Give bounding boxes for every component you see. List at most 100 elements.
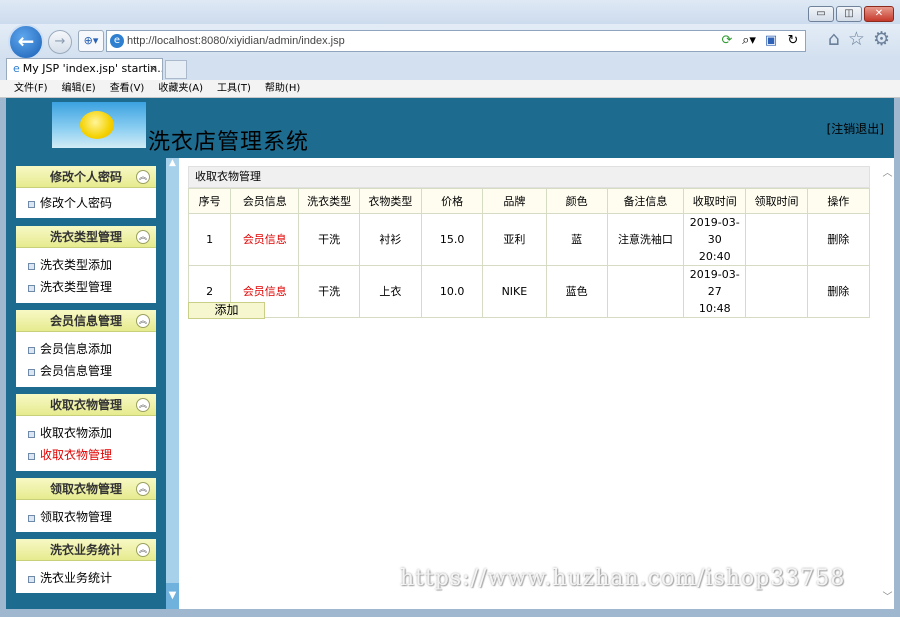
scroll-down-icon[interactable]: ▼: [166, 583, 179, 609]
col-header: 领取时间: [745, 188, 808, 214]
cell-cloth-type: 上衣: [358, 265, 422, 318]
url-input[interactable]: [127, 33, 687, 49]
forward-button[interactable]: →: [48, 30, 72, 54]
sidebar-group-header[interactable]: 收取衣物管理 ︽: [16, 394, 156, 416]
sidebar-item-business-stats[interactable]: 洗衣业务统计: [16, 567, 156, 589]
collapse-icon[interactable]: ︽: [136, 170, 150, 184]
sidebar-item-receive-manage[interactable]: 收取衣物管理: [16, 444, 156, 466]
add-button[interactable]: 添加: [188, 302, 265, 319]
collapse-icon[interactable]: ︽: [136, 543, 150, 557]
sidebar-item-member-manage[interactable]: 会员信息管理: [16, 360, 156, 382]
scroll-up-icon[interactable]: ︿: [881, 164, 894, 179]
close-window-button[interactable]: ✕: [864, 6, 894, 22]
refresh-icon[interactable]: ↻: [785, 33, 801, 49]
minimize-button[interactable]: ▭: [808, 6, 834, 22]
sidebar-group-title: 会员信息管理: [49, 314, 122, 328]
new-tab-button[interactable]: [165, 60, 187, 79]
cell-wash-type: 干洗: [298, 265, 360, 318]
collapse-icon[interactable]: ︽: [136, 230, 150, 244]
scroll-down-icon[interactable]: ﹀: [881, 588, 894, 603]
menu-edit[interactable]: 编辑(E): [62, 80, 96, 97]
sidebar-group-member: 会员信息管理 ︽ 会员信息添加 会员信息管理: [16, 310, 156, 387]
col-header: 收取时间: [683, 188, 747, 214]
sidebar-item-receive-add[interactable]: 收取衣物添加: [16, 422, 156, 444]
sidebar-item-change-password[interactable]: 修改个人密码: [16, 192, 156, 214]
cell-remark: [606, 265, 685, 318]
tab-title: My JSP 'index.jsp' startin...: [22, 62, 163, 75]
sidebar-item-member-add[interactable]: 会员信息添加: [16, 338, 156, 360]
sidebar-group-header[interactable]: 洗衣业务统计 ︽: [16, 539, 156, 561]
menu-favorites[interactable]: 收藏夹(A): [158, 80, 203, 97]
ie-page-icon: e: [110, 34, 124, 48]
cell-receive-time: 2019-03-30 20:40: [683, 213, 747, 266]
rss-icon[interactable]: ▣: [763, 33, 779, 49]
laundry-table: 序号 会员信息 洗衣类型 衣物类型 价格 品牌 颜色 备注信息 收取时间 领取时…: [187, 188, 871, 318]
app-header: 洗衣店管理系统 [注销退出]: [6, 98, 894, 158]
sidebar-group-header[interactable]: 修改个人密码 ︽: [16, 166, 156, 188]
sidebar-group-title: 洗衣类型管理: [49, 230, 122, 244]
home-icon[interactable]: ⌂: [828, 28, 840, 50]
cell-pickup-time: [745, 213, 808, 266]
receive-date: 2019-03-27: [689, 268, 740, 298]
sidebar-group-header[interactable]: 洗衣类型管理 ︽: [16, 226, 156, 248]
tab-close-icon[interactable]: ×: [149, 59, 158, 79]
delete-link[interactable]: 删除: [806, 213, 871, 266]
sidebar-group-title: 洗衣业务统计: [49, 543, 122, 557]
browser-tabbar: e My JSP 'index.jsp' startin... ×: [0, 58, 900, 80]
sidebar-group-header[interactable]: 领取衣物管理 ︽: [16, 478, 156, 500]
menu-help[interactable]: 帮助(H): [265, 80, 300, 97]
window-controls: ▭ ◫ ✕: [808, 6, 894, 22]
cell-remark: 注意洗袖口: [606, 213, 685, 266]
browser-tab[interactable]: e My JSP 'index.jsp' startin... ×: [6, 58, 163, 80]
delete-link[interactable]: 删除: [806, 265, 871, 318]
sidebar-group-password: 修改个人密码 ︽ 修改个人密码: [16, 166, 156, 218]
menu-tools[interactable]: 工具(T): [217, 80, 251, 97]
app-title: 洗衣店管理系统: [148, 130, 310, 155]
logo-sun-image: [52, 102, 146, 148]
logout-link[interactable]: [注销退出]: [827, 120, 884, 137]
compat-view-icon[interactable]: ⟳: [719, 33, 735, 49]
receive-date: 2019-03-30: [689, 216, 740, 246]
compatibility-icon[interactable]: ⊕▾: [78, 30, 104, 52]
page-scrollbar[interactable]: ︿ ﹀: [881, 158, 894, 609]
main-content: 收取衣物管理 序号 会员信息 洗衣类型 衣物类型 价格 品牌 颜色 备注信息 收…: [179, 158, 881, 609]
col-header: 备注信息: [606, 188, 685, 214]
browser-navbar: ← → ⊕▾ e ⟳ ⌕▾ ▣ ↻ ⌂ ☆ ⚙: [0, 24, 900, 60]
sidebar-item-wash-type-manage[interactable]: 洗衣类型管理: [16, 276, 156, 298]
settings-gear-icon[interactable]: ⚙: [873, 28, 890, 50]
sidebar-group-header[interactable]: 会员信息管理 ︽: [16, 310, 156, 332]
collapse-icon[interactable]: ︽: [136, 314, 150, 328]
address-bar-icons: ⟳ ⌕▾ ▣ ↻: [719, 33, 801, 49]
col-header: 价格: [420, 188, 484, 214]
menu-view[interactable]: 查看(V): [110, 80, 145, 97]
collapse-icon[interactable]: ︽: [136, 398, 150, 412]
table-header-row: 序号 会员信息 洗衣类型 衣物类型 价格 品牌 颜色 备注信息 收取时间 领取时…: [187, 188, 871, 214]
watermark-text: https://www.huzhan.com/ishop33758: [400, 566, 846, 591]
favorites-star-icon[interactable]: ☆: [848, 28, 865, 50]
scroll-up-icon[interactable]: ▲: [167, 158, 178, 172]
sidebar-item-wash-type-add[interactable]: 洗衣类型添加: [16, 254, 156, 276]
back-button[interactable]: ←: [8, 24, 44, 60]
cell-receive-time: 2019-03-27 10:48: [683, 265, 747, 318]
col-header: 衣物类型: [358, 188, 422, 214]
maximize-button[interactable]: ◫: [836, 6, 862, 22]
col-header: 操作: [806, 188, 871, 214]
page-viewport: 洗衣店管理系统 [注销退出] 修改个人密码 ︽ 修改个人密码 洗衣类型管理 ︽ …: [6, 98, 894, 609]
cell-wash-type: 干洗: [298, 213, 360, 266]
member-info-link[interactable]: 会员信息: [230, 213, 300, 266]
ie-tab-icon: e: [13, 62, 20, 75]
table-row: 1 会员信息 干洗 衬衫 15.0 亚利 蓝 注意洗袖口 2019-03-30 2…: [187, 213, 871, 266]
cell-brand: 亚利: [482, 213, 547, 266]
sidebar-group-receive: 收取衣物管理 ︽ 收取衣物添加 收取衣物管理: [16, 394, 156, 471]
address-bar: e ⟳ ⌕▾ ▣ ↻: [106, 30, 806, 52]
cell-pickup-time: [745, 265, 808, 318]
sidebar: 修改个人密码 ︽ 修改个人密码 洗衣类型管理 ︽ 洗衣类型添加 洗衣类型管理 会…: [6, 158, 166, 609]
cell-color: 蓝: [545, 213, 608, 266]
sidebar-scrollbar[interactable]: ▲ ▼: [166, 158, 179, 609]
sidebar-item-pickup-manage[interactable]: 领取衣物管理: [16, 506, 156, 528]
menu-file[interactable]: 文件(F): [14, 80, 48, 97]
search-icon[interactable]: ⌕▾: [741, 33, 757, 49]
collapse-icon[interactable]: ︽: [136, 482, 150, 496]
browser-tools: ⌂ ☆ ⚙: [828, 28, 890, 50]
sidebar-group-title: 收取衣物管理: [49, 398, 122, 412]
